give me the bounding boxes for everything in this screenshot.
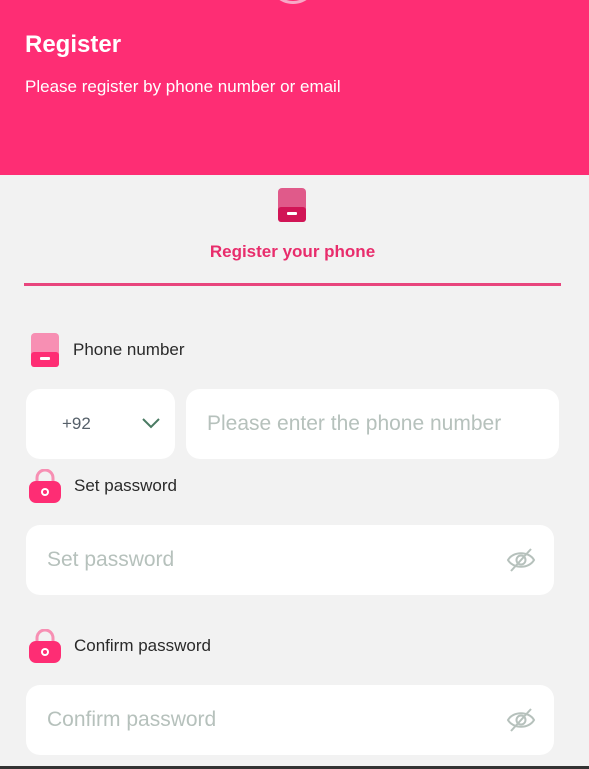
confirm-password-box — [26, 685, 554, 755]
phone-icon — [31, 333, 59, 367]
phone-number-input[interactable] — [207, 411, 547, 437]
confirm-password-label: Confirm password — [29, 629, 211, 663]
phone-icon — [278, 188, 306, 222]
eye-off-icon[interactable] — [506, 707, 536, 733]
chevron-down-icon — [142, 418, 160, 429]
page-title: Register — [25, 31, 122, 58]
set-password-input[interactable] — [47, 547, 497, 573]
set-password-label-text: Set password — [74, 476, 177, 495]
set-password-box — [26, 525, 554, 595]
phone-number-label: Phone number — [31, 333, 185, 367]
page-header: Register Please register by phone number… — [0, 0, 589, 175]
phone-number-label-text: Phone number — [73, 340, 185, 359]
page-subtitle: Please register by phone number or email — [25, 77, 341, 96]
eye-off-icon[interactable] — [506, 547, 536, 573]
phone-input-box — [186, 389, 559, 459]
logo-icon — [268, 0, 318, 4]
set-password-label: Set password — [29, 469, 177, 503]
lock-icon — [29, 469, 61, 503]
tab-active-indicator — [24, 283, 561, 286]
confirm-password-input[interactable] — [47, 707, 497, 733]
tab-register-phone[interactable]: Register your phone — [24, 175, 561, 287]
confirm-password-label-text: Confirm password — [74, 636, 211, 655]
tab-label: Register your phone — [209, 242, 376, 261]
country-code-select[interactable]: +92 — [26, 389, 175, 459]
lock-icon — [29, 629, 61, 663]
country-code-value: +92 — [62, 414, 91, 433]
